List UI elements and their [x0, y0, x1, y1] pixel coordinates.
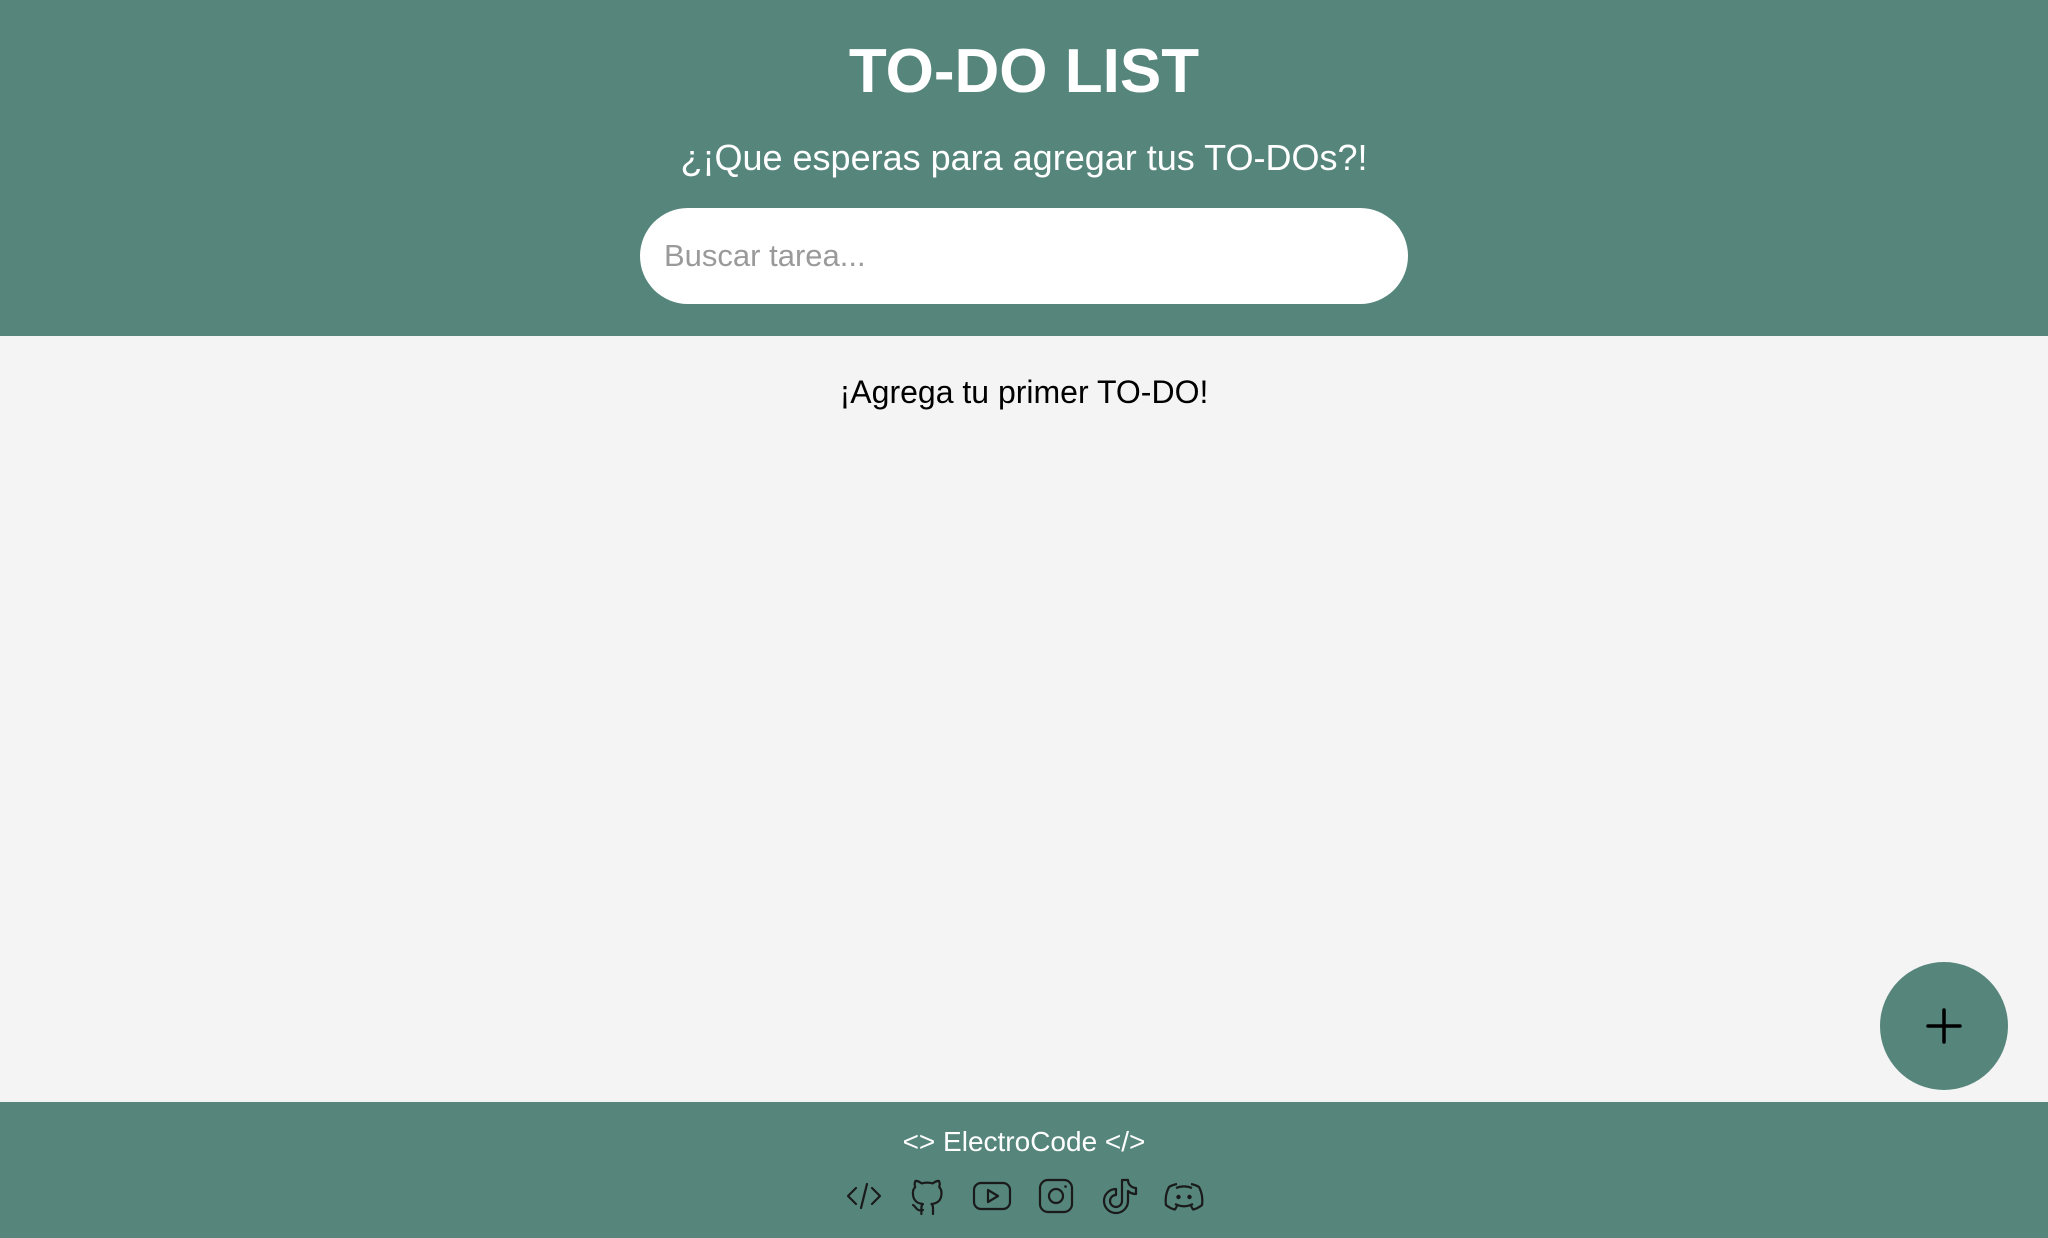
tiktok-icon — [1102, 1178, 1138, 1215]
search-input[interactable] — [640, 208, 1408, 304]
social-link-instagram[interactable] — [1036, 1176, 1076, 1216]
social-link-discord[interactable] — [1164, 1176, 1204, 1216]
social-link-code[interactable] — [844, 1176, 884, 1216]
instagram-icon — [1038, 1178, 1074, 1214]
todo-list-area: ¡Agrega tu primer TO-DO! — [0, 336, 2048, 1102]
social-links — [0, 1176, 2048, 1216]
github-icon — [911, 1179, 943, 1216]
empty-state-message: ¡Agrega tu primer TO-DO! — [839, 374, 1209, 410]
page-subtitle: ¿¡Que esperas para agregar tus TO-DOs?! — [680, 137, 1368, 178]
discord-icon — [1164, 1182, 1204, 1211]
search-bar — [640, 208, 1408, 304]
app-header: TO-DO LIST ¿¡Que esperas para agregar tu… — [0, 0, 2048, 336]
footer-brand: <> ElectroCode </> — [902, 1126, 1146, 1157]
page-title: TO-DO LIST — [848, 37, 1200, 106]
plus-icon — [1926, 1008, 1962, 1044]
app-footer: <> ElectroCode </> — [0, 1102, 2048, 1238]
social-link-github[interactable] — [908, 1176, 948, 1216]
social-link-youtube[interactable] — [972, 1176, 1012, 1216]
youtube-icon — [972, 1181, 1012, 1211]
add-todo-button[interactable] — [1880, 962, 2008, 1090]
social-link-tiktok[interactable] — [1100, 1176, 1140, 1216]
code-icon — [846, 1182, 882, 1210]
